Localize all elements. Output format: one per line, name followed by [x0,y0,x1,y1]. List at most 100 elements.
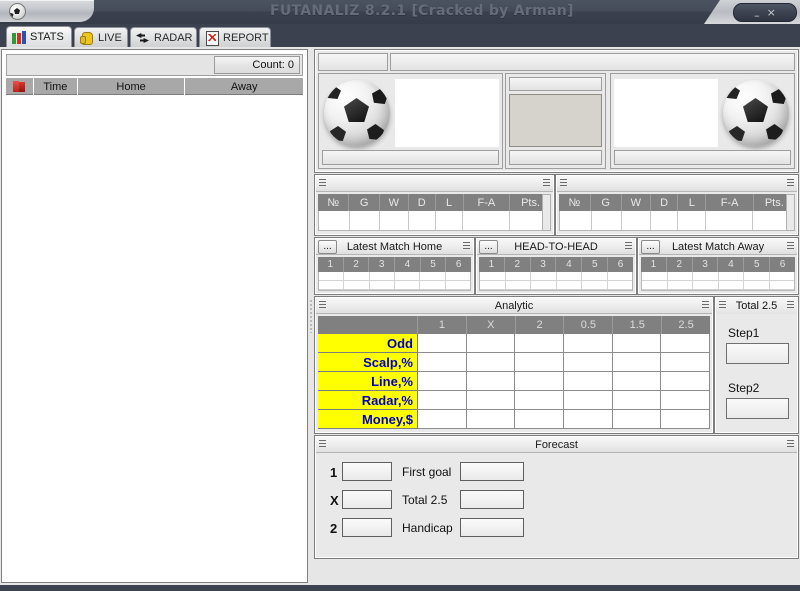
close-button[interactable]: × [767,7,776,18]
column-header-flag[interactable] [6,78,34,95]
lt-away-col-fa[interactable]: F-A [706,194,753,211]
analytic-cell[interactable] [418,353,467,372]
analytic-cell[interactable] [467,391,516,410]
tab-radar[interactable]: RADAR [130,27,197,47]
column-header-home[interactable]: Home [78,78,186,95]
analytic-col-05[interactable]: 0.5 [564,316,613,334]
analytic-cell[interactable] [418,391,467,410]
analytic-cell[interactable] [564,391,613,410]
analytic-col-2[interactable]: 2 [516,316,565,334]
lma-col-5[interactable]: 5 [744,257,770,272]
tab-live[interactable]: LIVE [74,27,128,47]
grip-right-icon[interactable] [787,242,794,251]
h2h-col-3[interactable]: 3 [531,257,557,272]
analytic-cell[interactable] [613,353,662,372]
lmh-col-4[interactable]: 4 [395,257,421,272]
lma-col-1[interactable]: 1 [641,257,667,272]
grip-right-icon[interactable] [787,301,794,310]
grip-right-icon[interactable] [463,242,470,251]
h2h-col-1[interactable]: 1 [479,257,505,272]
head-to-head-options-button[interactable]: ... [479,240,498,254]
lt-home-col-l[interactable]: L [436,194,464,211]
lt-home-col-w[interactable]: W [380,194,409,211]
grip-left-icon[interactable] [560,179,567,188]
analytic-cell[interactable] [467,372,516,391]
analytic-cell[interactable] [661,391,710,410]
latest-match-home-body[interactable] [318,272,471,291]
analytic-cell[interactable] [515,391,564,410]
lmh-col-2[interactable]: 2 [344,257,370,272]
lt-away-col-l[interactable]: L [678,194,706,211]
h2h-col-5[interactable]: 5 [582,257,608,272]
vertical-splitter[interactable] [308,50,314,582]
analytic-cell[interactable] [564,353,613,372]
latest-match-away-options-button[interactable]: ... [641,240,660,254]
analytic-cell[interactable] [515,372,564,391]
forecast-field-first-goal[interactable] [460,462,524,481]
lt-home-col-g[interactable]: G [349,194,379,211]
lt-home-col-fa[interactable]: F-A [464,194,511,211]
step1-field[interactable] [726,343,789,364]
league-table-home-body[interactable] [318,211,551,231]
analytic-cell[interactable] [467,410,516,429]
lma-col-2[interactable]: 2 [667,257,693,272]
grip-right-icon[interactable] [787,440,794,449]
grip-right-icon[interactable] [702,301,709,310]
analytic-cell[interactable] [661,410,710,429]
analytic-cell[interactable] [515,334,564,353]
latest-match-home-options-button[interactable]: ... [318,240,337,254]
lmh-col-5[interactable]: 5 [421,257,447,272]
forecast-field-1[interactable] [342,462,392,481]
analytic-cell[interactable] [564,334,613,353]
analytic-cell[interactable] [564,410,613,429]
lt-away-col-w[interactable]: W [622,194,652,211]
analytic-cell[interactable] [515,353,564,372]
analytic-cell[interactable] [564,372,613,391]
lma-col-3[interactable]: 3 [693,257,719,272]
column-header-away[interactable]: Away [185,78,303,95]
grip-left-icon[interactable] [319,179,326,188]
lt-home-col-no[interactable]: № [318,194,349,211]
forecast-field-x[interactable] [342,490,392,509]
tab-report[interactable]: REPORT [199,27,271,47]
analytic-cell[interactable] [418,334,467,353]
grip-left-icon[interactable] [319,440,326,449]
analytic-cell[interactable] [613,334,662,353]
lt-away-col-d[interactable]: D [651,194,678,211]
lmh-col-3[interactable]: 3 [369,257,395,272]
forecast-field-total-25[interactable] [460,490,524,509]
grip-right-icon[interactable] [625,242,632,251]
analytic-cell[interactable] [418,372,467,391]
lmh-col-6[interactable]: 6 [446,257,471,272]
grip-right-icon[interactable] [787,179,794,188]
analytic-cell[interactable] [613,372,662,391]
head-to-head-body[interactable] [479,272,633,291]
lt-home-col-d[interactable]: D [409,194,436,211]
h2h-col-6[interactable]: 6 [608,257,633,272]
minimize-button[interactable]: – [754,10,760,21]
analytic-cell[interactable] [515,410,564,429]
h2h-col-2[interactable]: 2 [505,257,531,272]
analytic-cell[interactable] [467,353,516,372]
tab-stats[interactable]: STATS [6,26,72,47]
column-header-time[interactable]: Time [34,78,78,95]
analytic-col-15[interactable]: 1.5 [613,316,662,334]
analytic-col-1[interactable]: 1 [418,316,467,334]
matches-grid-body[interactable] [6,95,303,578]
analytic-col-25[interactable]: 2.5 [662,316,710,334]
analytic-cell[interactable] [418,410,467,429]
league-table-home-scrollbar[interactable] [542,194,551,231]
lma-col-4[interactable]: 4 [718,257,744,272]
grip-left-icon[interactable] [319,301,326,310]
analytic-col-x[interactable]: X [467,316,516,334]
h2h-col-4[interactable]: 4 [556,257,582,272]
grip-right-icon[interactable] [543,179,550,188]
lma-col-6[interactable]: 6 [770,257,795,272]
step2-field[interactable] [726,398,789,419]
league-table-away-scrollbar[interactable] [786,194,795,231]
lt-away-col-g[interactable]: G [591,194,622,211]
forecast-field-handicap[interactable] [460,518,524,537]
analytic-cell[interactable] [613,391,662,410]
forecast-field-2[interactable] [342,518,392,537]
analytic-cell[interactable] [661,334,710,353]
